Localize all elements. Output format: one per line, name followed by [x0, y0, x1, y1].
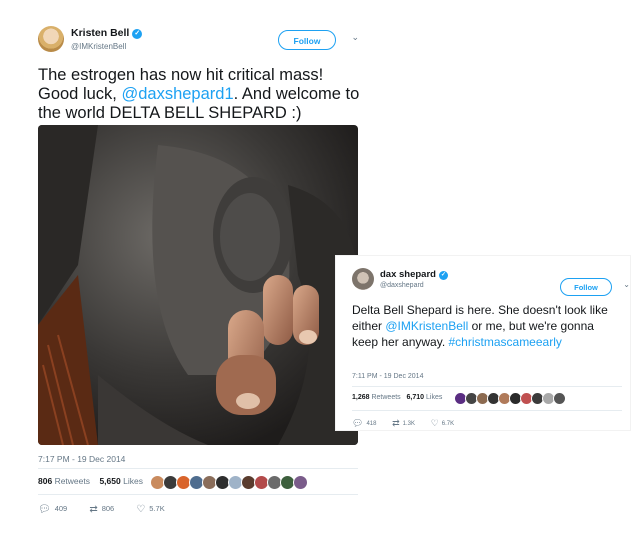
heart-icon: ♡: [430, 418, 439, 428]
retweet-button[interactable]: ⇄ 1.3K: [392, 418, 415, 429]
tweet-photo[interactable]: [38, 125, 358, 445]
tweet-text: The estrogen has now hit critical mass! …: [38, 66, 362, 123]
like-button[interactable]: ♡ 6.7K: [431, 418, 454, 429]
likes-stat[interactable]: 6,710 Likes: [407, 394, 443, 401]
follow-button[interactable]: Follow: [278, 30, 336, 50]
retweet-icon: ⇄: [392, 418, 400, 428]
avatar[interactable]: [38, 26, 64, 52]
divider: [352, 386, 622, 387]
reply-count: 409: [54, 504, 68, 513]
chevron-down-icon[interactable]: ⌄: [351, 32, 359, 43]
retweet-count: 806: [101, 504, 115, 513]
author-name[interactable]: dax shepard ✓: [380, 269, 448, 280]
retweet-count: 1.3K: [402, 421, 416, 427]
divider: [38, 494, 358, 495]
likes-count[interactable]: 6,710: [407, 394, 425, 401]
tweet-stats: 1,268 Retweets 6,710 Likes: [352, 392, 622, 405]
author-name-text[interactable]: Kristen Bell: [71, 27, 129, 39]
liker-avatar[interactable]: [293, 475, 308, 490]
verified-badge-icon: ✓: [438, 271, 448, 280]
tweet-header: Kristen Bell ✓ @IMKristenBell Follow ⌄: [38, 22, 362, 62]
retweets-stat[interactable]: 1,268 Retweets: [352, 394, 401, 401]
divider: [352, 410, 622, 411]
likers-avatars: [454, 392, 566, 405]
tweet-timestamp[interactable]: 7:11 PM - 19 Dec 2014: [352, 373, 423, 380]
retweets-label[interactable]: Retweets: [371, 394, 400, 401]
like-button[interactable]: ♡ 5.7K: [136, 504, 164, 515]
tweet-actions: 💬︎ 418 ⇄ 1.3K ♡ 6.7K: [352, 418, 468, 429]
retweets-count[interactable]: 806: [38, 476, 52, 486]
mention-link[interactable]: @IMKristenBell: [385, 319, 468, 333]
retweets-count[interactable]: 1,268: [352, 394, 370, 401]
divider: [38, 468, 358, 469]
author-handle[interactable]: @daxshepard: [380, 282, 424, 289]
likers-avatars: [150, 475, 308, 490]
tweet-kristen-bell: Kristen Bell ✓ @IMKristenBell Follow ⌄ Th…: [38, 22, 362, 515]
liker-avatar[interactable]: [553, 392, 566, 405]
avatar[interactable]: [352, 268, 374, 290]
tweet-dax-shepard: dax shepard ✓ @daxshepard Follow ⌄ Delta …: [336, 256, 630, 430]
like-count: 5.7K: [149, 504, 165, 513]
chevron-down-icon[interactable]: ⌄: [623, 280, 630, 289]
tweet-stats: 806 Retweets 5,650 Likes: [38, 475, 358, 492]
verified-badge-icon: ✓: [132, 29, 143, 39]
tweet-timestamp[interactable]: 7:17 PM - 19 Dec 2014: [38, 454, 125, 464]
hashtag-link[interactable]: #christmascameearly: [449, 335, 562, 349]
author-name-text[interactable]: dax shepard: [380, 269, 436, 280]
likes-label[interactable]: Likes: [123, 476, 143, 486]
retweets-stat[interactable]: 806 Retweets: [38, 476, 90, 486]
author-handle[interactable]: @IMKristenBell: [71, 42, 126, 51]
like-count: 6.7K: [441, 421, 455, 427]
author-name[interactable]: Kristen Bell ✓: [71, 27, 143, 39]
reply-count: 418: [366, 421, 377, 427]
mention-link[interactable]: @daxshepard1: [121, 85, 233, 103]
reply-icon: 💬︎: [352, 418, 364, 428]
tweet-photo-image: [38, 125, 358, 445]
tweet-actions: 💬︎ 409 ⇄ 806 ♡ 5.7K: [38, 504, 185, 515]
likes-count[interactable]: 5,650: [99, 476, 120, 486]
reply-icon: 💬︎: [38, 504, 51, 515]
retweets-label[interactable]: Retweets: [55, 476, 90, 486]
retweet-icon: ⇄: [89, 504, 98, 515]
retweet-button[interactable]: ⇄ 806: [89, 504, 114, 515]
reply-button[interactable]: 💬︎ 418: [352, 418, 376, 429]
reply-button[interactable]: 💬︎ 409: [38, 504, 67, 515]
follow-button[interactable]: Follow: [560, 278, 612, 296]
likes-stat[interactable]: 5,650 Likes: [99, 476, 143, 486]
tweet-text: Delta Bell Shepard is here. She doesn't …: [352, 302, 622, 350]
likes-label[interactable]: Likes: [426, 394, 442, 401]
heart-icon: ♡: [136, 504, 146, 515]
